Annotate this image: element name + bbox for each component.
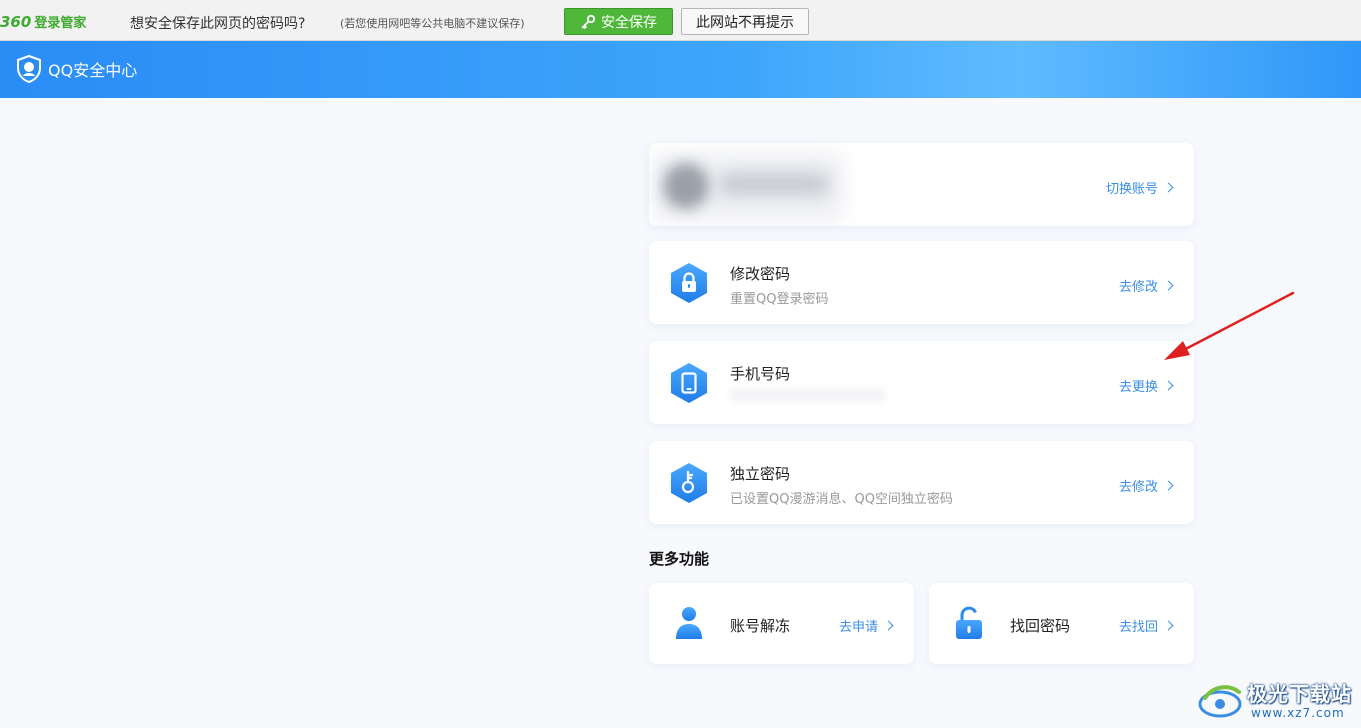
key-icon — [581, 14, 596, 29]
watermark-logo — [1198, 685, 1242, 718]
phone-number-title: 手机号码 — [730, 365, 791, 383]
qq-security-logo[interactable]: QQ安全中心 — [14, 54, 137, 84]
user-icon — [676, 607, 702, 639]
header-title: QQ安全中心 — [48, 61, 138, 80]
chevron-right-icon — [1163, 480, 1174, 491]
password-save-bar: 360 登录管家 想安全保存此网页的密码吗? (若您使用网吧等公共电脑不建议保存)… — [0, 0, 1361, 41]
safe-save-button[interactable]: 安全保存 — [564, 8, 673, 35]
recover-password-title: 找回密码 — [1010, 617, 1071, 635]
never-prompt-button[interactable]: 此网站不再提示 — [681, 8, 809, 35]
more-functions-heading: 更多功能 — [649, 550, 710, 568]
chevron-right-icon — [1163, 620, 1174, 631]
qq-header: QQ安全中心 — [0, 41, 1361, 98]
360-brand-suffix: 登录管家 — [34, 16, 87, 31]
phone-number-card[interactable]: 手机号码 去更换 — [649, 341, 1194, 424]
public-pc-note: (若您使用网吧等公共电脑不建议保存) — [340, 17, 525, 30]
independent-password-title: 独立密码 — [730, 465, 791, 483]
switch-account-link[interactable]: 切换账号 — [1105, 178, 1174, 197]
independent-password-card[interactable]: 独立密码 已设置QQ漫游消息、QQ空间独立密码 去修改 — [649, 441, 1194, 524]
independent-password-link[interactable]: 去修改 — [1118, 476, 1174, 495]
recover-password-link[interactable]: 去找回 — [1118, 616, 1174, 635]
unlock-icon — [956, 606, 982, 639]
change-password-title: 修改密码 — [730, 265, 791, 283]
change-phone-link[interactable]: 去更换 — [1118, 376, 1174, 395]
watermark-url: www.xz7.com — [1251, 706, 1345, 720]
switch-account-label: 切换账号 — [1105, 182, 1158, 197]
phone-icon — [671, 363, 707, 403]
account-unfreeze-action: 去申请 — [838, 620, 878, 635]
safe-save-label: 安全保存 — [601, 14, 657, 31]
recover-password-card[interactable]: 找回密码 去找回 — [929, 583, 1194, 664]
change-phone-action: 去更换 — [1118, 380, 1158, 395]
chevron-right-icon — [1163, 380, 1174, 391]
avatar — [663, 163, 709, 209]
shield-icon — [17, 54, 41, 84]
change-password-subtitle: 重置QQ登录密码 — [730, 292, 829, 307]
account-name-blurred — [719, 173, 829, 195]
lock-icon — [671, 263, 707, 303]
360-brand: 360 — [0, 13, 32, 31]
key-icon — [671, 463, 707, 503]
annotation-arrow — [1164, 291, 1295, 360]
never-prompt-label: 此网站不再提示 — [696, 14, 794, 31]
phone-number-blurred — [730, 389, 885, 401]
account-unfreeze-title: 账号解冻 — [730, 617, 791, 635]
recover-password-action: 去找回 — [1118, 620, 1158, 635]
chevron-right-icon — [1163, 182, 1174, 193]
save-password-question: 想安全保存此网页的密码吗? — [130, 16, 306, 32]
chevron-right-icon — [883, 620, 894, 631]
account-unfreeze-link[interactable]: 去申请 — [838, 616, 894, 635]
360-logo: 360 登录管家 — [0, 12, 86, 31]
watermark: 极光下载站 www.xz7.com — [1195, 676, 1361, 728]
change-password-card[interactable]: 修改密码 重置QQ登录密码 去修改 — [649, 241, 1194, 324]
account-unfreeze-card[interactable]: 账号解冻 去申请 — [649, 583, 914, 664]
independent-password-action: 去修改 — [1118, 480, 1158, 495]
independent-password-subtitle: 已设置QQ漫游消息、QQ空间独立密码 — [730, 492, 953, 507]
watermark-text: 极光下载站 — [1247, 682, 1352, 706]
account-card: 切换账号 — [649, 143, 1194, 226]
